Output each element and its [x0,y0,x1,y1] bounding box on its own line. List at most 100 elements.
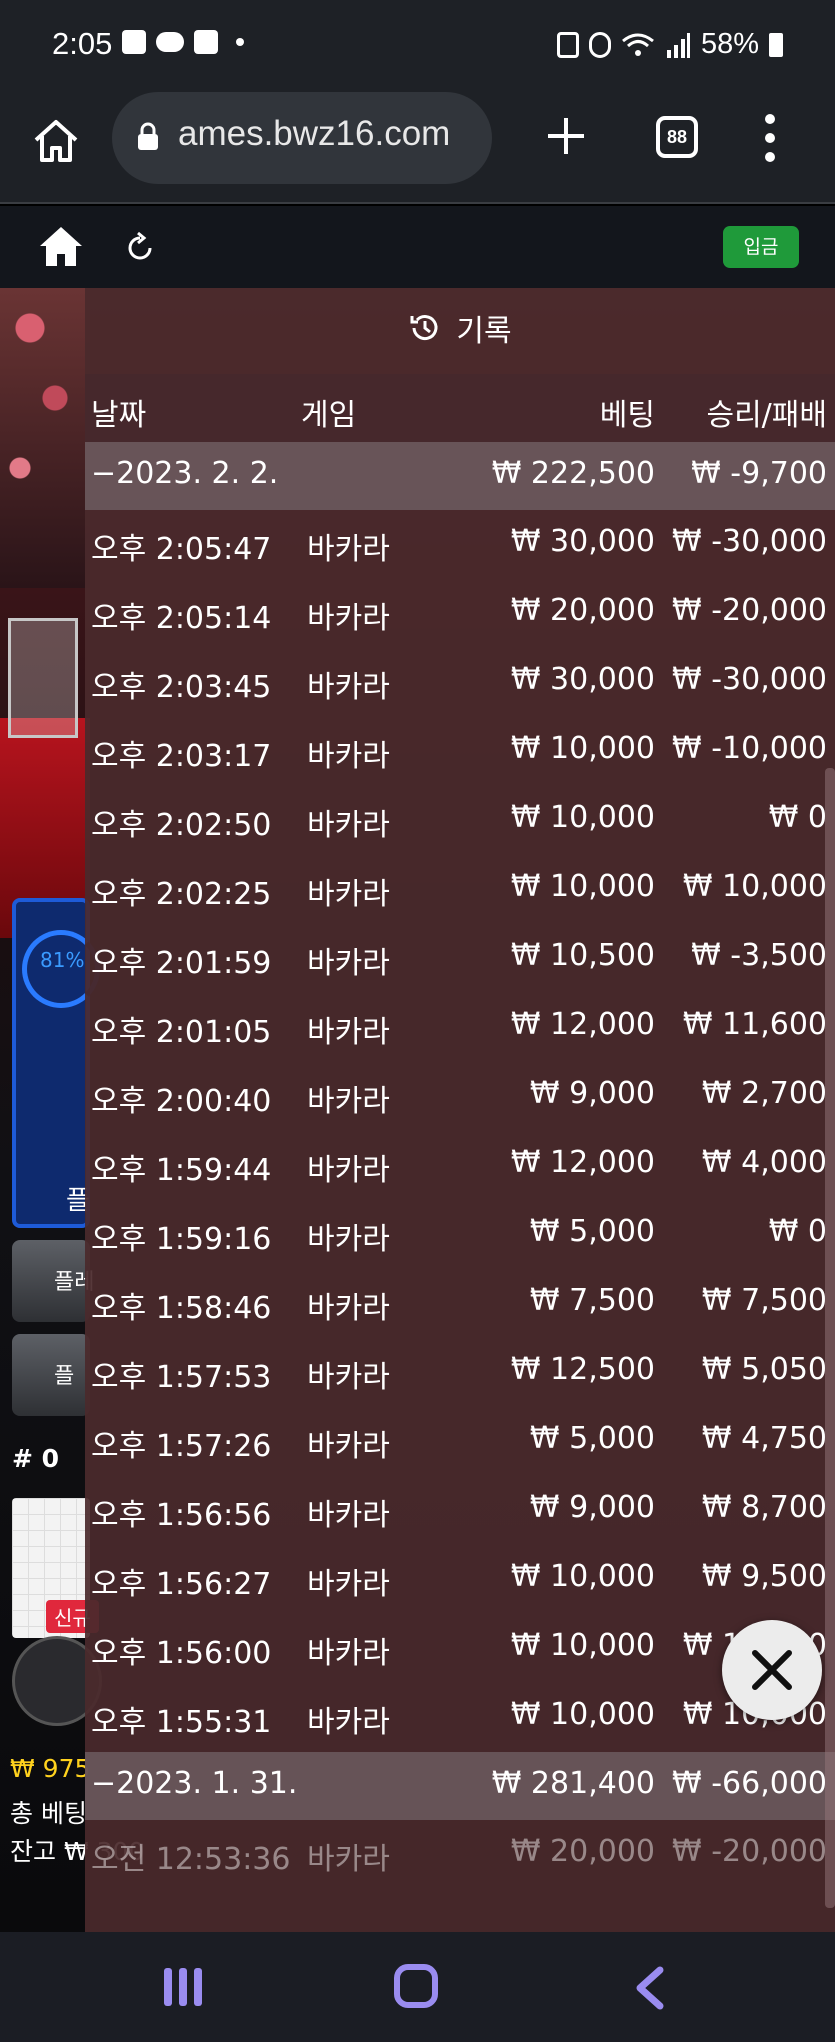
history-date: 오후 2:03:45 [91,670,272,705]
history-date: 오후 2:01:59 [91,946,272,981]
history-column-header: 날짜 게임 베팅 승리/패배 [85,374,835,442]
history-result: ₩ 7,500 [701,1283,827,1318]
background-button-2[interactable]: 플 [12,1334,90,1416]
history-bet: ₩ 10,000 [510,731,655,766]
history-row[interactable]: 오후 2:02:50 바카라 ₩ 10,000 ₩ 0 [85,786,835,855]
history-bet: ₩ 30,000 [510,662,655,697]
history-game: 바카라 [307,808,390,843]
history-date: 오후 1:58:46 [91,1291,272,1326]
url-text: ames.bwz16.com [178,114,451,153]
history-bet: ₩ 9,000 [529,1490,655,1525]
new-tab-plus-icon[interactable] [540,110,592,162]
deposit-button[interactable]: 입금 [723,226,799,268]
history-game: 바카라 [307,1705,390,1740]
nav-home-icon[interactable] [394,1964,438,2008]
history-date-group[interactable]: −2023. 1. 31. ₩ 281,400 ₩ -66,000 [85,1752,835,1820]
history-row[interactable]: 오후 1:55:31바카라₩ 10,000₩ 10,000 [85,1683,835,1752]
recent-apps-icon[interactable] [164,1968,202,2006]
history-bet: ₩ 7,500 [529,1283,655,1318]
history-result: ₩ 10,000 [682,869,827,904]
history-row[interactable]: 오후 1:59:44 바카라 ₩ 12,000 ₩ 4,000 [85,1131,835,1200]
history-result: ₩ -10,000 [672,731,827,766]
col-result: 승리/패배 [706,398,827,433]
col-bet: 베팅 [599,398,655,433]
tab-switcher-button[interactable]: 88 [656,116,698,158]
history-result: ₩ 0 [768,800,827,835]
status-bar: 2:05 58% [0,0,835,92]
battery-percent: 58% [700,28,759,60]
history-game: 바카라 [307,1429,390,1464]
history-scrollbar[interactable] [825,768,835,1908]
history-title: 기록 [85,306,835,350]
history-result: ₩ 11,600 [682,1007,827,1042]
history-bet: ₩ 10,000 [510,1559,655,1594]
history-game: 바카라 [307,946,390,981]
history-row[interactable]: 오후 2:05:47 바카라 ₩ 30,000 ₩ -30,000 [85,510,835,579]
history-game: 바카라 [307,601,390,636]
history-date-group[interactable]: −2023. 2. 2. ₩ 222,500 ₩ -9,700 [85,442,835,510]
history-bet: ₩ 20,000 [510,1834,655,1869]
history-date: 오전 12:53:36 [91,1842,291,1877]
history-game: 바카라 [307,1842,390,1877]
history-date: 오후 1:56:00 [91,1636,272,1671]
history-row[interactable]: 오후 2:01:59 바카라 ₩ 10,500 ₩ -3,500 [85,924,835,993]
history-game: 바카라 [307,1153,390,1188]
site-home-icon[interactable] [38,224,84,268]
card-shoe [8,618,78,738]
history-row[interactable]: 오후 2:03:17 바카라 ₩ 10,000 ₩ -10,000 [85,717,835,786]
history-bet: ₩ 5,000 [529,1421,655,1456]
history-row[interactable]: 오후 2:00:40 바카라 ₩ 9,000 ₩ 2,700 [85,1062,835,1131]
refresh-icon[interactable] [126,230,156,262]
message-icon [194,30,218,54]
history-row[interactable]: 오후 1:57:26 바카라 ₩ 5,000 ₩ 4,750 [85,1407,835,1476]
history-date: 오후 2:02:25 [91,877,272,912]
close-history-button[interactable] [722,1620,822,1720]
history-row[interactable]: 오후 2:02:25 바카라 ₩ 10,000 ₩ 10,000 [85,855,835,924]
history-date: 오후 1:59:44 [91,1153,272,1188]
history-game: 바카라 [307,1084,390,1119]
history-result: ₩ 2,700 [701,1076,827,1111]
history-row[interactable]: 오후 1:58:46 바카라 ₩ 7,500 ₩ 7,500 [85,1269,835,1338]
browser-home-icon[interactable] [30,114,82,166]
background-button-1[interactable]: 플레 [12,1240,94,1322]
history-date: −2023. 1. 31. [91,1766,298,1801]
history-bet: ₩ 12,000 [510,1145,655,1180]
history-result: ₩ 0 [768,1214,827,1249]
history-result: ₩ 5,050 [701,1352,827,1387]
history-row[interactable]: 오후 2:05:14 바카라 ₩ 20,000 ₩ -20,000 [85,579,835,648]
back-icon[interactable] [630,1966,670,2010]
history-date: 오후 1:59:16 [91,1222,272,1257]
android-nav-bar [0,1932,835,2042]
history-row[interactable]: 오후 1:57:53 바카라 ₩ 12,500 ₩ 5,050 [85,1338,835,1407]
history-row[interactable]: 오후 1:56:56 바카라 ₩ 9,000 ₩ 8,700 [85,1476,835,1545]
history-result: ₩ -3,500 [691,938,827,973]
history-date: 오후 1:57:26 [91,1429,272,1464]
history-bet: ₩ 222,500 [491,456,655,491]
history-row[interactable]: 오후 2:03:45 바카라 ₩ 30,000 ₩ -30,000 [85,648,835,717]
browser-toolbar: ames.bwz16.com 88 [0,92,835,204]
history-row[interactable]: 오후 2:01:05 바카라 ₩ 12,000 ₩ 11,600 [85,993,835,1062]
history-result: ₩ -9,700 [691,456,827,491]
history-date: 오후 2:05:14 [91,601,272,636]
status-right: 58% [556,28,783,61]
history-date: −2023. 2. 2. [91,456,279,491]
history-bet: ₩ 12,500 [510,1352,655,1387]
background-button-2-label: 플 [54,1364,75,1389]
history-result: ₩ 9,500 [701,1559,827,1594]
history-date: 오후 2:02:50 [91,808,272,843]
history-game: 바카라 [307,739,390,774]
history-date: 오후 1:56:27 [91,1567,272,1602]
mute-icon [588,31,611,58]
site-header: 입금 [0,206,835,288]
history-row[interactable]: 오후 1:59:16 바카라 ₩ 5,000 ₩ 0 [85,1200,835,1269]
kebab-menu-icon[interactable] [762,114,778,162]
col-game: 게임 [301,398,357,433]
history-game: 바카라 [307,1636,390,1671]
history-bet: ₩ 281,400 [491,1766,655,1801]
address-bar[interactable]: ames.bwz16.com [112,92,492,184]
history-game: 바카라 [307,532,390,567]
battery-icon [769,32,783,57]
history-row[interactable]: 오전 12:53:36 바카라 ₩ 20,000 ₩ -20,000 [85,1820,835,1889]
history-row[interactable]: 오후 1:56:27 바카라 ₩ 10,000 ₩ 9,500 [85,1545,835,1614]
lock-icon [138,122,158,150]
